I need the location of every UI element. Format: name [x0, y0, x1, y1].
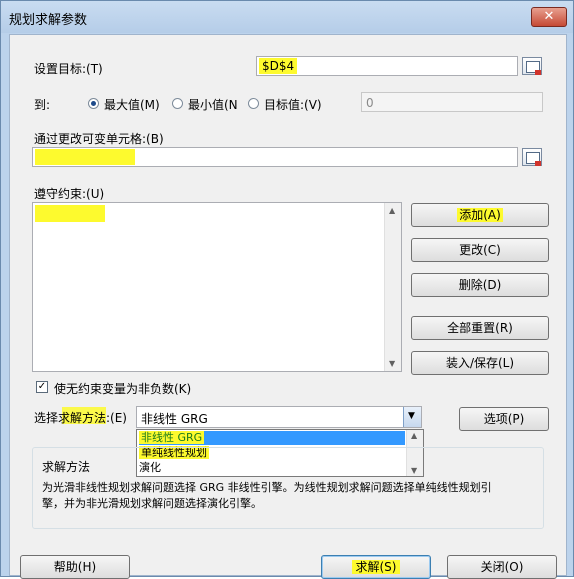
- constraints-list[interactable]: ▲ ▼: [32, 202, 402, 372]
- changing-cells-label: 通过更改可变单元格:(B): [34, 132, 164, 146]
- to-label: 到:: [34, 98, 51, 112]
- solve-button[interactable]: 求解(S): [321, 555, 431, 579]
- radio-max-label[interactable]: 最大值(M): [104, 96, 160, 113]
- range-select-icon: [526, 61, 541, 75]
- load-save-button[interactable]: 装入/保存(L): [411, 351, 549, 375]
- objective-value: $D$4: [259, 58, 298, 74]
- objective-collapse-button[interactable]: [522, 57, 542, 75]
- method-option-label: 非线性 GRG: [139, 431, 205, 444]
- method-select[interactable]: 非线性 GRG ▼: [136, 406, 422, 428]
- solving-method-title: 求解方法: [42, 460, 91, 474]
- close-icon[interactable]: ✕: [531, 7, 567, 27]
- radio-max[interactable]: [88, 98, 99, 109]
- method-selected-value: 非线性 GRG: [141, 412, 208, 426]
- help-button[interactable]: 帮助(H): [20, 555, 130, 579]
- scroll-up-icon[interactable]: ▲: [411, 431, 417, 440]
- changing-cells-collapse-button[interactable]: [522, 148, 542, 166]
- solving-method-description-1: 为光滑非线性规划求解问题选择 GRG 非线性引擎。为线性规划求解问题选择单纯线性…: [42, 481, 492, 494]
- nonneg-label[interactable]: 使无约束变量为非负数(K): [54, 380, 191, 397]
- dialog-body: 设置目标:(T) $D$4 到: 最大值(M) 最小值(N 目标值:(V) 0 …: [9, 34, 567, 579]
- radio-value-of[interactable]: [248, 98, 259, 109]
- objective-label: 设置目标:(T): [34, 62, 103, 76]
- constraints-label: 遵守约束:(U): [34, 187, 105, 201]
- radio-min[interactable]: [172, 98, 183, 109]
- radio-value-of-label[interactable]: 目标值:(V): [264, 96, 322, 113]
- options-button[interactable]: 选项(P): [459, 407, 549, 431]
- reset-all-button[interactable]: 全部重置(R): [411, 316, 549, 340]
- scroll-up-icon[interactable]: ▲: [389, 206, 395, 215]
- target-value-text: 0: [366, 96, 374, 110]
- method-label-text: 选择求解方法:(E): [34, 411, 127, 425]
- range-select-icon: [526, 152, 541, 166]
- constraints-scrollbar[interactable]: ▲ ▼: [384, 203, 401, 371]
- changing-cells-value: [35, 149, 135, 165]
- solver-dialog: 规划求解参数 ✕ 设置目标:(T) $D$4 到: 最大值(M) 最小值(N 目…: [0, 0, 574, 579]
- change-constraint-button[interactable]: 更改(C): [411, 238, 549, 262]
- nonneg-checkbox[interactable]: ✓: [36, 381, 48, 393]
- add-constraint-label: 添加(A): [457, 208, 503, 222]
- changing-cells-input[interactable]: [32, 147, 518, 167]
- solve-label: 求解(S): [351, 560, 401, 574]
- solving-method-description-2: 擎，并为非光滑规划求解问题选择演化引擎。: [42, 497, 262, 510]
- scroll-down-icon[interactable]: ▼: [389, 359, 395, 368]
- chevron-down-icon[interactable]: ▼: [403, 407, 421, 427]
- add-constraint-button[interactable]: 添加(A): [411, 203, 549, 227]
- radio-min-label[interactable]: 最小值(N: [188, 96, 238, 113]
- close-button[interactable]: 关闭(O): [447, 555, 557, 579]
- objective-input[interactable]: $D$4: [256, 56, 518, 76]
- delete-constraint-button[interactable]: 删除(D): [411, 273, 549, 297]
- title-bar[interactable]: 规划求解参数 ✕: [1, 1, 573, 33]
- target-value-input[interactable]: 0: [361, 92, 543, 112]
- dialog-title: 规划求解参数: [9, 13, 88, 28]
- constraint-item-highlight: [35, 205, 105, 222]
- method-option[interactable]: 非线性 GRG: [139, 431, 405, 445]
